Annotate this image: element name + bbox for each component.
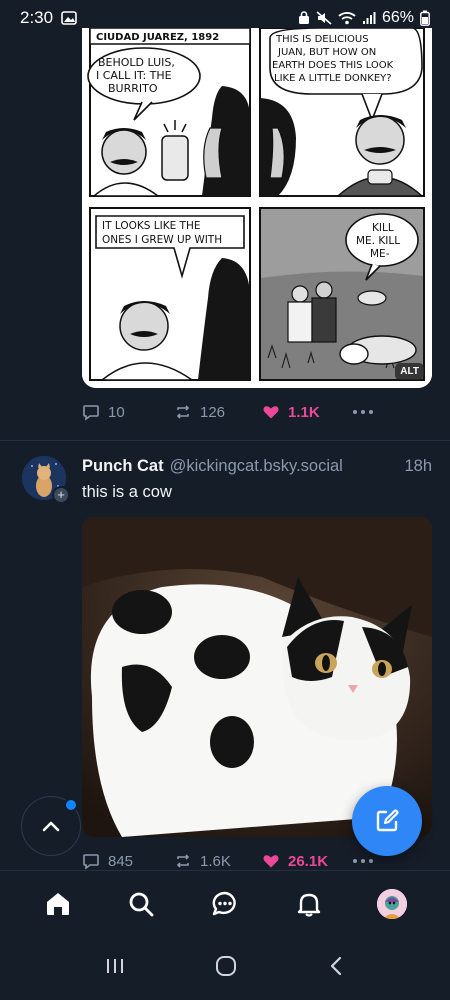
heart-icon [263,406,279,419]
repost-icon [176,405,190,419]
bubble-p1-line1: BEHOLD LUIS, [98,56,175,69]
reply-count: 10 [108,403,125,421]
recents-button[interactable] [104,956,126,981]
nav-search[interactable] [119,882,163,926]
author-display-name[interactable]: Punch Cat [82,457,164,476]
new-posts-indicator [64,798,78,812]
recents-icon [107,958,123,973]
search-icon [129,892,154,916]
system-back-button[interactable] [326,955,346,982]
bubble-p2-line4: LIKE A LITTLE DONKEY? [274,73,392,84]
nav-chat[interactable] [203,882,247,926]
bubble-p3-line2: ONES I GREW UP WITH [102,234,222,246]
back-icon [330,956,342,975]
signal-icon [362,11,376,25]
nav-home[interactable] [36,882,80,926]
bubble-p3-line1: IT LOOKS LIKE THE [102,220,201,232]
wifi-icon [338,11,356,25]
comic-image[interactable]: CIUDAD JUAREZ, 1892 BEHOLD LUIS, I CALL … [82,28,432,388]
mute-icon [316,11,332,25]
post-header: Punch Cat @kickingcat.bsky.social 18h [82,457,432,476]
repost-button[interactable]: 126 [174,403,262,421]
reply-count: 845 [108,852,134,870]
bottom-navigation [0,870,450,936]
bubble-p2-line3: EARTH DOES THIS LOOK [272,60,394,71]
post-timestamp[interactable]: 18h [404,457,432,476]
compose-post-button[interactable] [352,786,422,856]
home-icon [46,892,69,915]
compose-icon [376,809,399,832]
more-options-button[interactable] [352,858,382,864]
status-time: 2:30 [20,8,54,27]
post-text: this is a cow [82,483,172,501]
chat-icon [212,891,236,915]
profile-avatar [377,888,408,919]
like-count: 26.1K [288,852,329,870]
bubble-p4-line1: KILL [372,222,394,234]
bubble-p1-line2: I CALL IT: THE [96,69,172,82]
system-navigation-bar [0,936,450,1000]
lock-notification-icon [298,11,310,25]
system-home-button[interactable] [214,954,238,983]
author-handle[interactable]: @kickingcat.bsky.social [170,457,343,476]
bubble-p4-line2: ME. KILL [356,235,400,247]
bubble-p4-line3: ME- [370,248,390,260]
comic-illustration: CIUDAD JUAREZ, 1892 BEHOLD LUIS, I CALL … [82,28,432,388]
repost-count: 126 [200,403,226,421]
bell-icon [297,893,320,917]
post-divider [0,440,450,441]
chevron-up-icon [42,821,60,832]
reply-button[interactable]: 10 [82,403,174,421]
more-dots-icon [353,410,373,414]
repost-count: 1.6K [200,852,231,870]
follow-plus-icon[interactable]: + [52,486,70,504]
battery-icon [420,10,430,26]
reply-icon [83,854,99,870]
post1-actions: 10 126 1.1K [82,400,402,424]
heart-icon [263,855,279,868]
bubble-p2-line2: JUAN, BUT HOW ON [277,47,376,58]
like-button[interactable]: 1.1K [262,403,352,421]
more-dots-icon [353,859,373,863]
battery-percent: 66% [381,9,414,26]
bubble-p1-line3: BURRITO [108,82,158,95]
nav-profile[interactable] [370,882,414,926]
nav-notifications[interactable] [287,882,331,926]
reply-button[interactable]: 845 [82,852,174,870]
alt-text-badge[interactable]: ALT [395,363,424,380]
repost-button[interactable]: 1.6K [174,852,262,870]
more-options-button[interactable] [352,409,382,415]
like-button[interactable]: 26.1K [262,852,352,870]
reply-icon [83,405,99,421]
like-count: 1.1K [288,403,320,421]
home-circle-icon [216,955,236,976]
status-bar: 2:30 66% [0,0,450,36]
gallery-notification-icon [61,11,77,25]
repost-icon [176,854,190,868]
